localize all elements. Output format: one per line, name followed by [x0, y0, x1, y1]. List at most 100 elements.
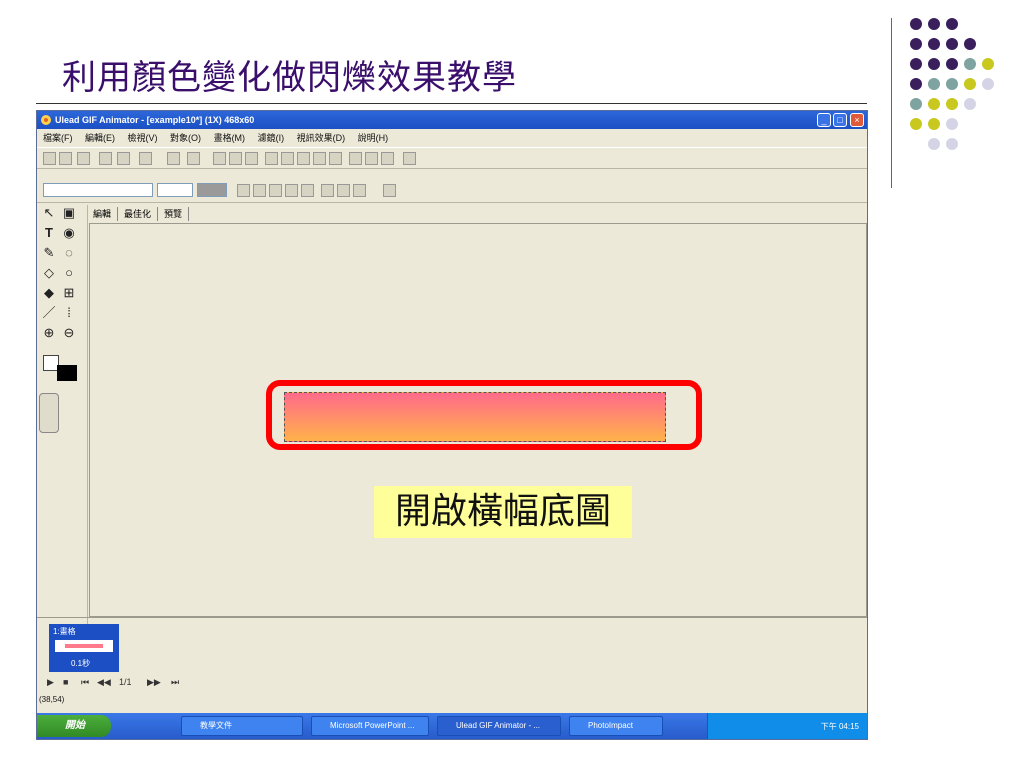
text-style-icon[interactable]	[383, 184, 396, 197]
menu-help[interactable]: 說明(H)	[358, 133, 389, 143]
export-icon[interactable]	[117, 152, 130, 165]
align-center-icon[interactable]	[337, 184, 350, 197]
frame-thumbnail-image	[55, 640, 113, 652]
text-attributes-toolbar	[37, 169, 867, 203]
task-button-folder[interactable]: 教學文件	[181, 716, 303, 736]
menu-file[interactable]: 檔案(F)	[43, 133, 73, 143]
decorative-dot	[964, 38, 976, 50]
lasso-tool-icon[interactable]: ◌	[61, 245, 77, 261]
decorative-dot	[910, 58, 922, 70]
menu-view[interactable]: 檢視(V)	[128, 133, 158, 143]
paste-icon[interactable]	[245, 152, 258, 165]
tab-preview[interactable]: 預覽	[158, 207, 190, 221]
minimize-button[interactable]: _	[817, 113, 831, 127]
decorative-dot	[928, 18, 940, 30]
crop-icon[interactable]	[265, 152, 278, 165]
undo-icon[interactable]	[167, 152, 180, 165]
decorative-dot	[946, 18, 958, 30]
eraser-tool-icon[interactable]: ◇	[41, 265, 57, 281]
window-title: Ulead GIF Animator - [example10*] (1X) 4…	[55, 115, 255, 125]
decorative-dot	[910, 38, 922, 50]
zoom-out-icon[interactable]: ⊖	[61, 325, 77, 341]
last-frame-icon[interactable]: ⏭	[171, 677, 179, 688]
color-select[interactable]	[197, 183, 227, 197]
system-tray: 下午 04:15	[707, 713, 867, 739]
tab-optimize[interactable]: 最佳化	[118, 207, 159, 221]
task-button-gif-animator[interactable]: Ulead GIF Animator - ...	[437, 716, 561, 736]
decorative-dot	[946, 118, 958, 130]
align-right-icon[interactable]	[353, 184, 366, 197]
foreground-color-swatch[interactable]	[57, 365, 77, 381]
standard-toolbar	[37, 147, 867, 169]
start-button[interactable]: 開始	[37, 715, 111, 737]
brush-tool-icon[interactable]: ✎	[41, 245, 57, 261]
fill-tool-icon[interactable]: ◆	[41, 285, 57, 301]
decorative-dot	[928, 98, 940, 110]
paint-icon[interactable]	[139, 152, 152, 165]
delete-icon[interactable]	[313, 152, 326, 165]
resize-icon[interactable]	[281, 152, 294, 165]
menu-object[interactable]: 對象(O)	[170, 133, 201, 143]
window-titlebar[interactable]: Ulead GIF Animator - [example10*] (1X) 4…	[37, 111, 867, 129]
first-frame-icon[interactable]: ⏮	[81, 677, 89, 688]
zoom-in-icon[interactable]: ⊕	[41, 325, 57, 341]
view-tabs: 編輯 最佳化 預覽	[87, 207, 190, 223]
app-icon	[40, 114, 52, 126]
frame-delay: 0.1秒	[71, 659, 91, 668]
menu-edit[interactable]: 編輯(E)	[85, 133, 115, 143]
play-icon[interactable]: ▶	[47, 677, 54, 688]
grid-icon[interactable]	[365, 152, 378, 165]
redo-icon[interactable]	[187, 152, 200, 165]
stop-icon[interactable]: ■	[63, 677, 68, 687]
line-tool-icon[interactable]: ⁞	[61, 305, 77, 321]
marquee-tool-icon[interactable]: ▣	[61, 205, 77, 221]
decorative-dot	[928, 118, 940, 130]
decorative-dot	[964, 98, 976, 110]
open-file-icon[interactable]	[59, 152, 72, 165]
maximize-button[interactable]: □	[833, 113, 847, 127]
frame-panel: 1:畫格 0.1秒	[37, 617, 867, 676]
close-button[interactable]: ×	[850, 113, 864, 127]
task-button-powerpoint[interactable]: Microsoft PowerPoint ...	[311, 716, 429, 736]
font-select[interactable]	[43, 183, 153, 197]
vertical-text-icon[interactable]	[301, 184, 314, 197]
decorative-dot	[946, 58, 958, 70]
properties-icon[interactable]	[329, 152, 342, 165]
bold-icon[interactable]	[237, 184, 250, 197]
slide-title: 利用顏色變化做閃爍效果教學	[62, 58, 517, 98]
status-bar: (38,54)	[37, 695, 867, 711]
strikethrough-icon[interactable]	[285, 184, 298, 197]
cut-icon[interactable]	[213, 152, 226, 165]
panel-expander[interactable]	[39, 393, 59, 433]
zoom-icon[interactable]	[381, 152, 394, 165]
decorative-dot	[910, 78, 922, 90]
decorative-dot	[928, 138, 940, 150]
task-button-photoimpact[interactable]: PhotoImpact	[569, 716, 663, 736]
shape-tool-icon[interactable]: ○	[61, 265, 77, 281]
new-file-icon[interactable]	[43, 152, 56, 165]
copy-icon[interactable]	[229, 152, 242, 165]
menu-filter[interactable]: 濾鏡(I)	[258, 133, 285, 143]
help-pointer-icon[interactable]	[403, 152, 416, 165]
text-tool-icon[interactable]: T	[41, 225, 57, 241]
tab-edit[interactable]: 編輯	[87, 207, 119, 221]
import-icon[interactable]	[99, 152, 112, 165]
palette-icon[interactable]	[349, 152, 362, 165]
frame-thumbnail[interactable]: 1:畫格 0.1秒	[49, 624, 119, 672]
align-left-icon[interactable]	[321, 184, 334, 197]
prev-frame-icon[interactable]: ◀◀	[97, 677, 111, 688]
save-icon[interactable]	[77, 152, 90, 165]
transform-tool-icon[interactable]: ⊞	[61, 285, 77, 301]
duplicate-icon[interactable]	[297, 152, 310, 165]
start-label: 開始	[65, 720, 85, 731]
eyedropper-tool-icon[interactable]: ◉	[61, 225, 77, 241]
highlight-box	[266, 380, 702, 450]
menu-video-effects[interactable]: 視訊效果(D)	[297, 133, 346, 143]
menu-frame[interactable]: 畫格(M)	[214, 133, 246, 143]
italic-icon[interactable]	[253, 184, 266, 197]
underline-icon[interactable]	[269, 184, 282, 197]
pen-tool-icon[interactable]: ／	[41, 305, 57, 321]
pick-tool-icon[interactable]: ↖	[41, 205, 57, 221]
next-frame-icon[interactable]: ▶▶	[147, 677, 161, 688]
font-size-select[interactable]	[157, 183, 193, 197]
